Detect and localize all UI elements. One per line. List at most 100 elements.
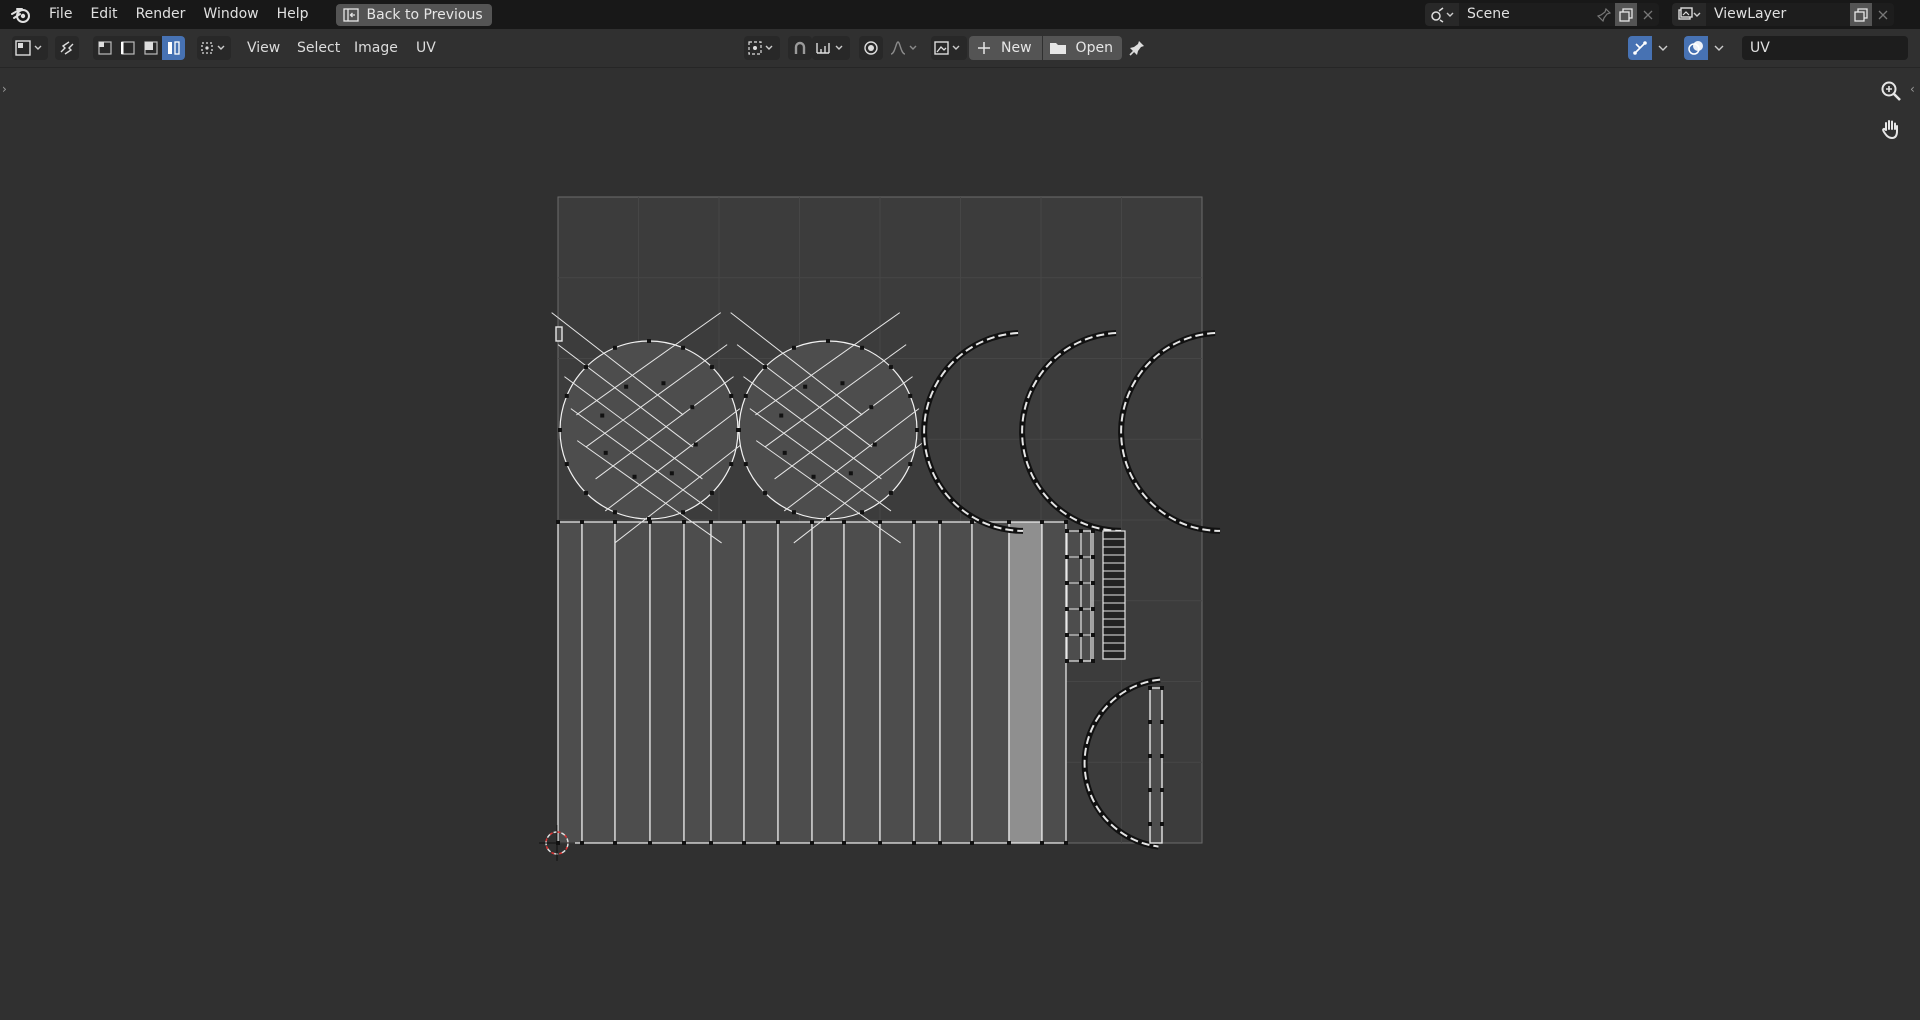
overlay-dropdown[interactable]: [1708, 36, 1730, 60]
uv-disc-edge: [793, 440, 926, 544]
uv-tall-strip: [1149, 687, 1163, 844]
uv-strip-face: [743, 521, 779, 844]
uv-arc-outline: [1118, 330, 1221, 534]
uv-vertex: [624, 384, 629, 389]
uv-strip-face: [939, 521, 973, 844]
view-layer-name-field[interactable]: ViewLayer: [1706, 3, 1850, 26]
top-bar: File Edit Render Window Help Back to Pre…: [0, 0, 1920, 29]
scene-name-field[interactable]: Scene: [1459, 3, 1593, 26]
menu-file[interactable]: File: [40, 0, 81, 29]
uv-strip-face: [557, 521, 583, 844]
sticky-selection-icon[interactable]: [197, 36, 231, 60]
overlay-icon[interactable]: [1684, 36, 1708, 60]
uv-vertex: [556, 841, 560, 845]
proportional-edit-icon[interactable]: [859, 36, 883, 60]
menu-window[interactable]: Window: [194, 0, 267, 29]
gizmo-dropdown[interactable]: [1652, 36, 1674, 60]
new-image-button[interactable]: New: [969, 36, 1042, 60]
uv-vertex: [776, 841, 780, 845]
scene-icon: [1431, 6, 1454, 23]
uv-vertex: [681, 345, 686, 350]
menu-render[interactable]: Render: [127, 0, 195, 29]
uv-vertex: [612, 345, 617, 350]
uv-vertex: [682, 520, 686, 524]
scene-browse-button[interactable]: [1425, 3, 1459, 26]
menu-uv[interactable]: UV: [416, 36, 436, 60]
uv-strip-face: [710, 521, 745, 844]
uv-vertex: [648, 841, 652, 845]
uv-vertex: [938, 841, 942, 845]
uv-vertex: [612, 510, 617, 515]
plus-icon: [978, 42, 990, 54]
snap-increment-icon[interactable]: [812, 36, 850, 60]
uv-disc-edge: [764, 344, 907, 448]
close-icon[interactable]: [1637, 3, 1659, 26]
uv-strip-face: [971, 521, 1010, 844]
menu-select[interactable]: Select: [297, 36, 340, 60]
uv-vertex: [1079, 581, 1083, 585]
menu-help[interactable]: Help: [268, 0, 318, 29]
uv-vertex: [860, 510, 865, 515]
image-browse-icon[interactable]: [931, 36, 967, 60]
uv-vertex: [558, 428, 562, 432]
uv-vertex: [1065, 659, 1069, 663]
pin-icon[interactable]: [1593, 3, 1615, 26]
uv-small-strip: [1080, 530, 1094, 662]
2d-cursor: [539, 825, 575, 861]
view-layer-duplicate-icon[interactable]: [1850, 3, 1872, 26]
uv-vertex: [1064, 841, 1068, 845]
uv-vertex: [1091, 581, 1095, 585]
uv-arc-outline: [921, 330, 1024, 534]
uv-vertex: [803, 384, 808, 389]
snap-icon[interactable]: [788, 36, 812, 60]
view-layer-browse-button[interactable]: [1672, 3, 1706, 26]
editor-type-button[interactable]: [12, 36, 48, 60]
uv-sync-selection-icon[interactable]: [55, 36, 79, 60]
view-layer-close-icon[interactable]: [1872, 3, 1894, 26]
uv-vertex: [682, 841, 686, 845]
uv-disc-edge: [755, 440, 901, 544]
edge-select-icon[interactable]: [116, 36, 139, 60]
uv-map-field[interactable]: UV: [1742, 36, 1908, 60]
pin-toggle-icon[interactable]: [1124, 36, 1150, 60]
uv-disc-edge: [604, 408, 741, 512]
uv-vertex: [1079, 659, 1083, 663]
blender-logo-icon[interactable]: [8, 0, 34, 29]
back-to-previous-button[interactable]: Back to Previous: [335, 3, 492, 26]
render-layers-icon: [1678, 6, 1701, 20]
uv-vertex: [908, 462, 913, 467]
hand-icon[interactable]: [1876, 114, 1906, 144]
open-image-button[interactable]: Open: [1042, 36, 1122, 60]
uv-vertex: [1160, 754, 1164, 758]
sidebar-expand-arrow[interactable]: ‹: [1910, 82, 1915, 96]
uv-vertex: [632, 474, 637, 479]
zoom-icon[interactable]: [1876, 76, 1906, 106]
menu-image[interactable]: Image: [354, 36, 398, 60]
duplicate-icon[interactable]: [1615, 3, 1637, 26]
menu-view[interactable]: View: [247, 36, 280, 60]
pivot-point-icon[interactable]: [744, 36, 780, 60]
uv-vertex: [908, 393, 913, 398]
menu-edit[interactable]: Edit: [81, 0, 126, 29]
uv-vertex: [970, 841, 974, 845]
vertex-select-icon[interactable]: [93, 36, 116, 60]
face-select-icon[interactable]: [139, 36, 162, 60]
uv-arc-edge: [1120, 332, 1221, 532]
uv-vertex: [564, 462, 569, 467]
falloff-curve-icon[interactable]: [887, 36, 923, 60]
gizmo-icon[interactable]: [1628, 36, 1652, 60]
island-select-icon[interactable]: [162, 36, 185, 60]
uv-vertex: [564, 393, 569, 398]
uv-small-strip: [1066, 530, 1092, 662]
uv-vertex: [763, 490, 768, 495]
uv-vertex: [970, 520, 974, 524]
uv-viewport[interactable]: [0, 0, 1920, 1020]
uv-vertex: [1007, 841, 1011, 845]
uv-vertex: [888, 365, 893, 370]
uv-vertex: [729, 393, 734, 398]
uv-disc-edge: [557, 344, 694, 448]
uv-vertex: [603, 450, 608, 455]
toolbar-expand-arrow[interactable]: ›: [2, 82, 7, 96]
uv-vertex: [1040, 520, 1044, 524]
uv-vertex: [1065, 581, 1069, 585]
